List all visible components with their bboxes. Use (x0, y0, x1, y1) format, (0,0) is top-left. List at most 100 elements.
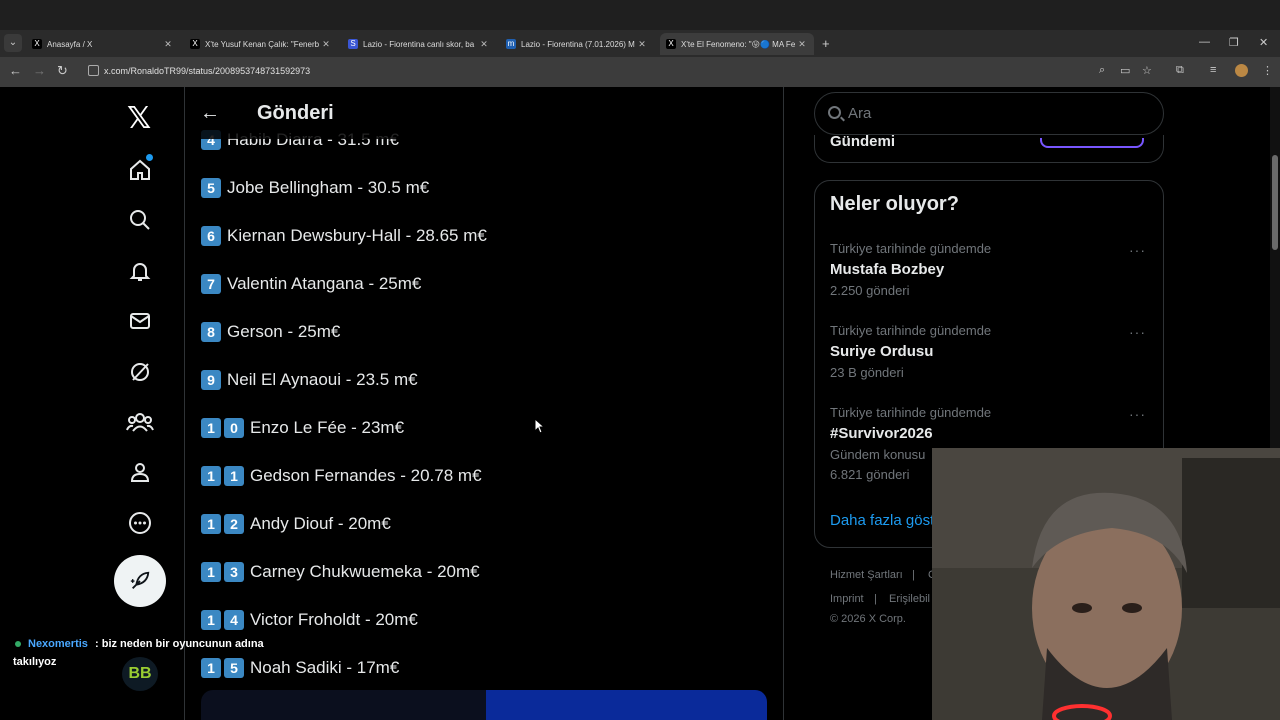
webcam-overlay (932, 448, 1280, 720)
list-item: 1 4 Victor Froholdt - 20m€ (201, 609, 418, 631)
tab-close-icon[interactable]: ✕ (320, 39, 332, 50)
search-icon[interactable] (126, 206, 154, 234)
compose-post-button[interactable] (114, 555, 166, 607)
footer-imprint-link[interactable]: Imprint (830, 593, 864, 605)
extensions-icon[interactable]: ⧉ (1176, 64, 1184, 77)
tab-close-icon[interactable]: ✕ (478, 39, 490, 50)
browser-menu-icon[interactable]: ⋮ (1262, 64, 1273, 77)
maximize-icon[interactable]: ❐ (1229, 36, 1239, 49)
new-tab-button[interactable]: + (822, 36, 830, 51)
keycap-digit-icon: 5 (201, 178, 221, 198)
keycap-digit-icon: 9 (201, 370, 221, 390)
trend-category: Türkiye tarihinde gündemde (830, 405, 992, 420)
tab-close-icon[interactable]: ✕ (162, 39, 174, 50)
tab-close-icon[interactable]: ✕ (796, 39, 808, 50)
profile-avatar[interactable] (1235, 64, 1248, 77)
window-close-icon[interactable]: ✕ (1259, 36, 1268, 49)
keycap-digit-icon: 1 (201, 610, 221, 630)
grok-icon[interactable] (126, 358, 154, 386)
footer-copyright: © 2026 X Corp. (830, 613, 906, 625)
previous-card-title[interactable]: Gündemi (830, 133, 895, 150)
reading-list-icon[interactable]: ≡ (1210, 64, 1216, 76)
list-item-text: Enzo Le Fée - 23m€ (250, 418, 405, 437)
trend-count: 23 B gönderi (830, 365, 904, 380)
show-more-link[interactable]: Daha fazla göst (830, 512, 934, 529)
x-logo[interactable]: 𝕏 (127, 101, 151, 136)
list-item-text: Jobe Bellingham - 30.5 m€ (227, 178, 430, 197)
messages-icon[interactable] (126, 307, 154, 335)
keycap-digit-icon: 1 (201, 658, 221, 678)
more-icon[interactable] (126, 509, 154, 537)
site-info-icon[interactable] (88, 65, 99, 76)
stream-logo: BB (122, 657, 158, 691)
tab-favicon-icon: S (348, 39, 358, 49)
list-item: 5 Jobe Bellingham - 30.5 m€ (201, 177, 429, 199)
trends-heading: Neler oluyor? (830, 193, 959, 215)
media-preview[interactable] (201, 690, 767, 720)
trend-category: Türkiye tarihinde gündemde (830, 323, 992, 338)
trend-name[interactable]: Suriye Ordusu (830, 343, 933, 360)
trend-more-icon[interactable]: ··· (1129, 406, 1146, 422)
browser-tab[interactable]: X X'te Yusuf Kenan Çalık: "Fenerb ✕ (184, 33, 338, 55)
communities-icon[interactable] (126, 408, 154, 436)
unread-dot (146, 154, 153, 161)
footer-terms-link[interactable]: Hizmet Şartları (830, 569, 903, 581)
tab-close-icon[interactable]: ✕ (636, 39, 648, 50)
trend-count: 6.821 gönderi (830, 467, 910, 482)
tab-favicon-icon: X (32, 39, 42, 49)
list-item: 6 Kiernan Dewsbury-Hall - 28.65 m€ (201, 225, 487, 247)
cast-icon[interactable]: ▭ (1120, 64, 1130, 77)
trend-name[interactable]: Mustafa Bozbey (830, 261, 944, 278)
browser-tab[interactable]: m Lazio - Fiorentina (7.01.2026) M ✕ (500, 33, 654, 55)
list-item: 1 2 Andy Diouf - 20m€ (201, 513, 391, 535)
keycap-digit-icon: 8 (201, 322, 221, 342)
back-arrow-icon[interactable]: ← (200, 102, 220, 125)
bookmark-star-icon[interactable]: ☆ (1142, 64, 1152, 77)
zoom-icon[interactable]: ⌕ (1099, 64, 1105, 77)
chat-message-continued: takılıyoz (13, 656, 57, 668)
trend-more-icon[interactable]: ··· (1129, 324, 1146, 340)
keycap-digit-icon: 1 (201, 466, 221, 486)
tab-search-button[interactable]: ⌄ (4, 34, 22, 52)
profile-icon[interactable] (126, 458, 154, 486)
list-item-text: Valentin Atangana - 25m€ (227, 274, 422, 293)
trend-more-icon[interactable]: ··· (1129, 242, 1146, 258)
footer-accessibility-link[interactable]: Erişilebil (889, 593, 930, 605)
tab-title: Lazio - Fiorentina canlı skor, ba (363, 39, 475, 49)
tab-title: X'te El Fenomeno: "😛🔵 MA Fe (681, 39, 796, 49)
chat-status-icon (15, 641, 21, 647)
keycap-digit-icon: 0 (224, 418, 244, 438)
trend-count: 2.250 gönderi (830, 283, 910, 298)
list-item-text: Noah Sadiki - 17m€ (250, 658, 400, 677)
notifications-icon[interactable] (126, 257, 154, 285)
browser-tab[interactable]: S Lazio - Fiorentina canlı skor, ba ✕ (342, 33, 496, 55)
browser-tab[interactable]: X Anasayfa / X ✕ (26, 33, 180, 55)
footer-separator: | (874, 593, 877, 605)
list-item-text: Carney Chukwuemeka - 20m€ (250, 562, 480, 581)
keycap-digit-icon: 7 (201, 274, 221, 294)
list-item-text: Kiernan Dewsbury-Hall - 28.65 m€ (227, 226, 487, 245)
url-text[interactable]: x.com/RonaldoTR99/status/200895374873159… (104, 66, 310, 76)
list-item-text: Gedson Fernandes - 20.78 m€ (250, 466, 482, 485)
tab-favicon-icon: m (506, 39, 516, 49)
list-item: 8 Gerson - 25m€ (201, 321, 340, 343)
browser-back-icon[interactable]: ← (9, 63, 22, 78)
feather-icon (130, 571, 150, 589)
keycap-digit-icon: 1 (201, 418, 221, 438)
list-item-text: Victor Froholdt - 20m€ (250, 610, 418, 629)
reload-icon[interactable]: ↻ (57, 63, 68, 79)
list-item: 1 0 Enzo Le Fée - 23m€ (201, 417, 404, 439)
trend-name[interactable]: #Survivor2026 (830, 425, 933, 442)
list-item: 1 3 Carney Chukwuemeka - 20m€ (201, 561, 480, 583)
browser-forward-icon[interactable]: → (33, 63, 46, 78)
list-item: 1 1 Gedson Fernandes - 20.78 m€ (201, 465, 482, 487)
minimize-icon[interactable]: — (1199, 36, 1210, 48)
scrollbar-thumb[interactable] (1272, 155, 1278, 250)
media-preview-half (486, 690, 767, 720)
keycap-digit-icon: 5 (224, 658, 244, 678)
keycap-digit-icon: 1 (201, 514, 221, 534)
search-placeholder[interactable]: Ara (848, 105, 871, 122)
browser-tab[interactable]: X X'te El Fenomeno: "😛🔵 MA Fe ✕ (660, 33, 814, 55)
keycap-digit-icon: 1 (224, 466, 244, 486)
trend-subcategory: Gündem konusu (830, 447, 926, 462)
